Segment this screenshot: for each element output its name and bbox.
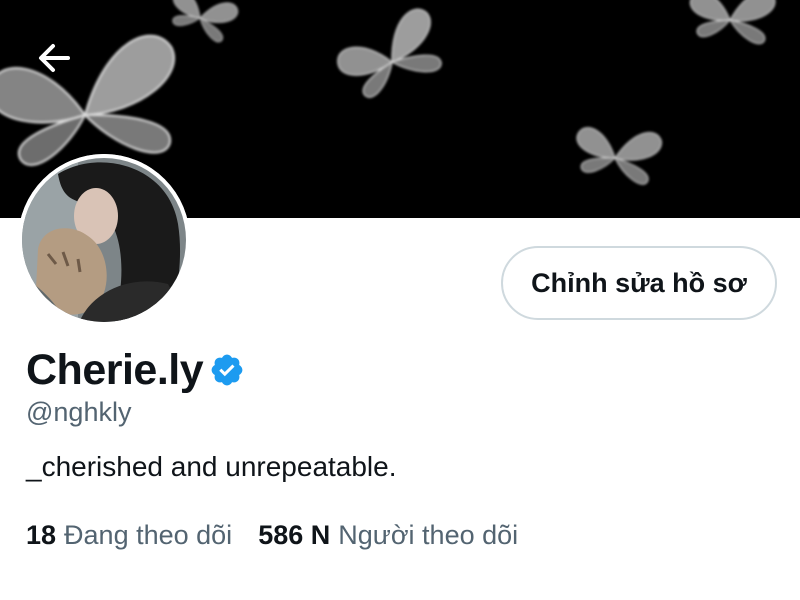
username-handle: @nghkly [26, 397, 132, 427]
following-label: Đang theo dõi [64, 520, 233, 550]
followers-count: 586 N [258, 520, 331, 550]
followers-link[interactable]: 586 N Người theo dõi [258, 520, 518, 551]
followers-label: Người theo dõi [338, 520, 519, 550]
arrow-left-icon [39, 44, 70, 72]
display-name: Cherie.ly [26, 345, 204, 394]
follow-stats: 18 Đang theo dõi 586 N Người theo dõi [26, 520, 518, 551]
back-button[interactable] [34, 38, 82, 82]
profile-name-row: Cherie.ly [26, 340, 245, 400]
verified-badge-icon[interactable] [209, 352, 245, 388]
avatar-photo [18, 154, 190, 326]
profile-page: Chỉnh sửa hồ sơ Cherie.ly @nghkly _cheri… [0, 0, 800, 600]
edit-profile-button[interactable]: Chỉnh sửa hồ sơ [501, 246, 777, 320]
avatar[interactable] [18, 154, 190, 326]
following-link[interactable]: 18 Đang theo dõi [26, 520, 232, 551]
following-count: 18 [26, 520, 57, 550]
profile-bio: _cherished and unrepeatable. [26, 451, 397, 482]
